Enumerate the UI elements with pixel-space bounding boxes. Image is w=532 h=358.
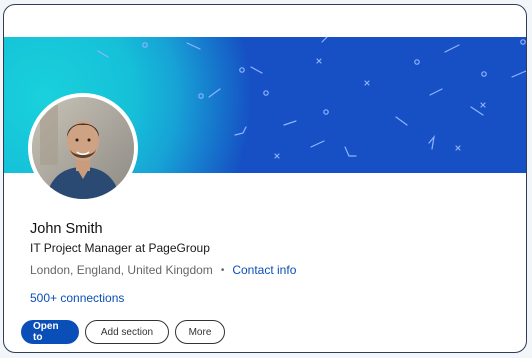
location-row: London, England, United Kingdom • Contac… [30, 263, 296, 277]
profile-card: John Smith IT Project Manager at PageGro… [3, 4, 527, 353]
open-to-button[interactable]: Open to [21, 320, 79, 344]
profile-name: John Smith [30, 221, 103, 237]
avatar-photo [32, 97, 134, 199]
contact-info-link[interactable]: Contact info [232, 263, 296, 277]
more-button[interactable]: More [175, 320, 225, 344]
connections-link[interactable]: 500+ connections [30, 291, 124, 305]
profile-headline: IT Project Manager at PageGroup [30, 241, 210, 255]
add-section-button[interactable]: Add section [85, 320, 169, 344]
profile-avatar[interactable] [28, 93, 138, 203]
profile-location: London, England, United Kingdom [30, 263, 213, 277]
profile-actions: Open to Add section More [21, 320, 225, 344]
separator-dot: • [220, 264, 225, 276]
